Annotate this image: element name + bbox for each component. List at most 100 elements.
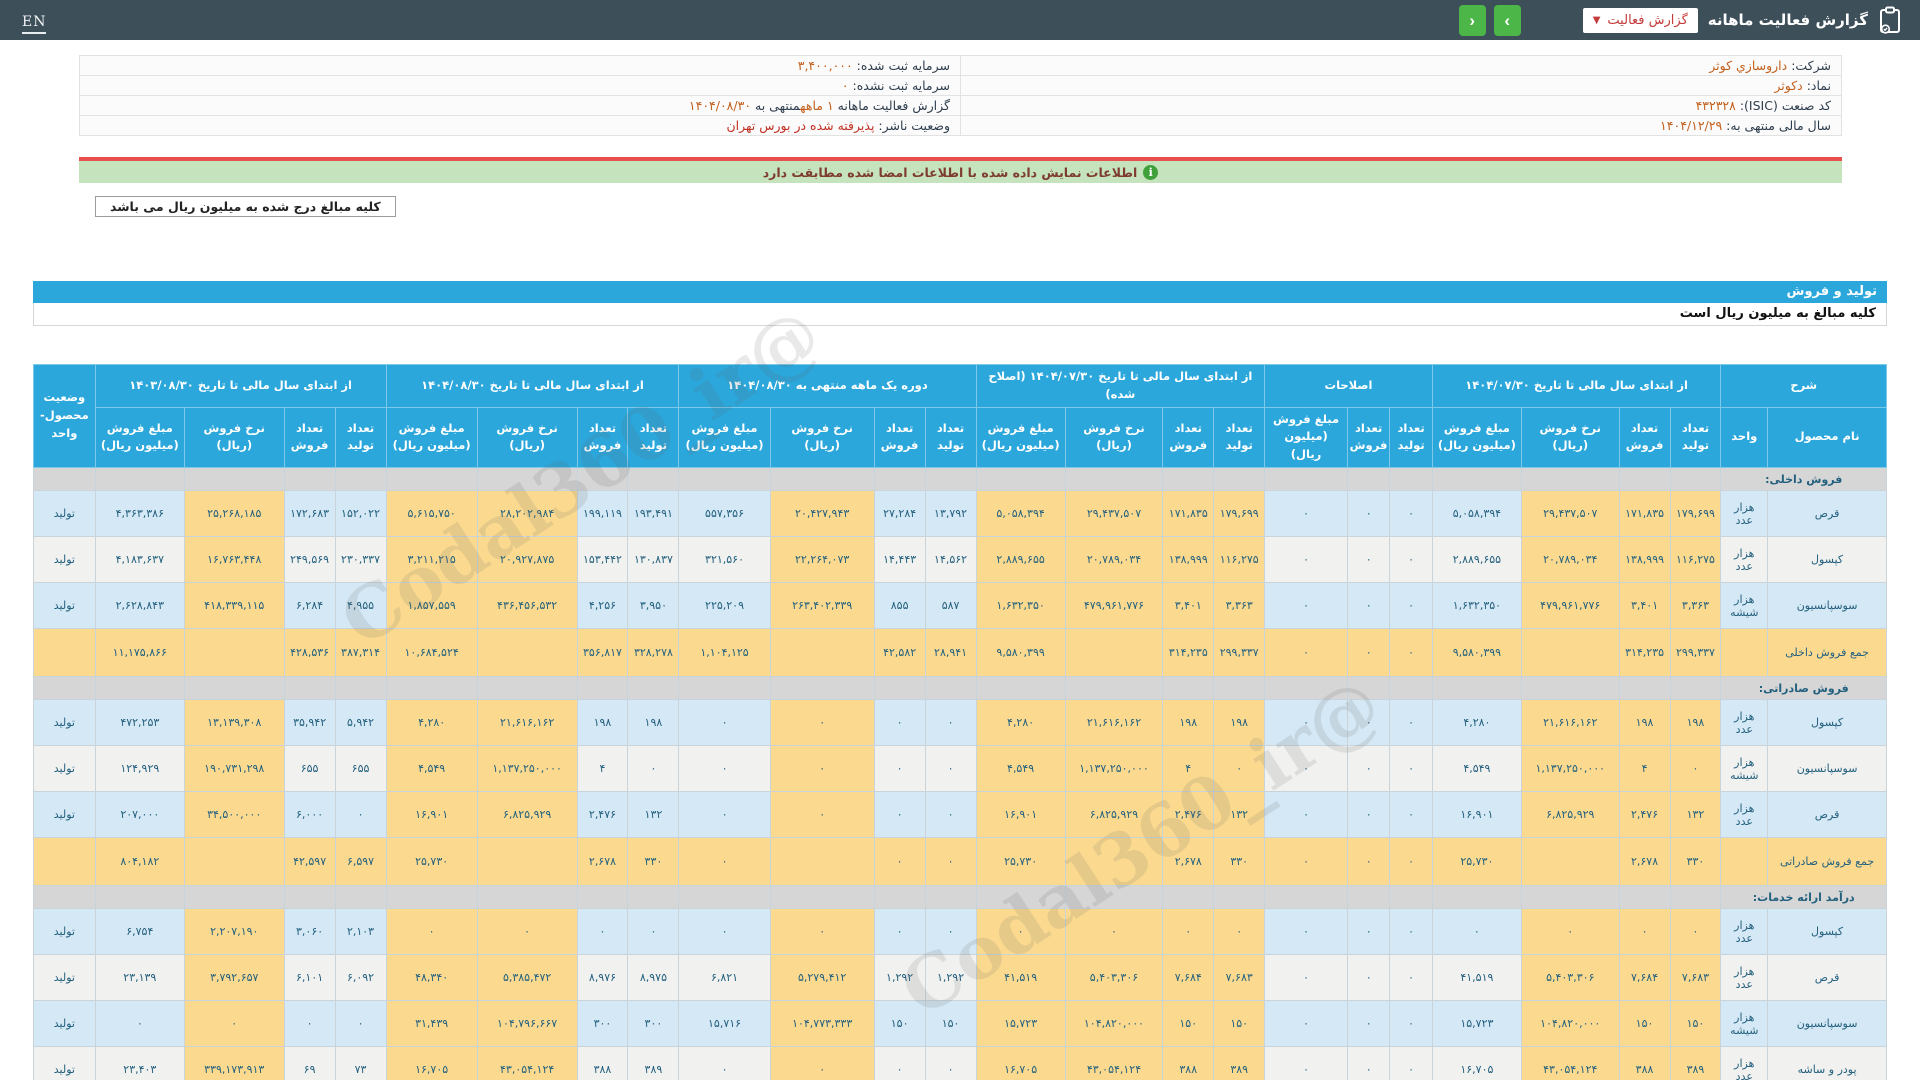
value-cell: ۴۲,۵۸۲ <box>873 628 926 678</box>
value-cell: ۰ <box>1264 1000 1348 1048</box>
language-toggle[interactable]: EN <box>22 13 47 34</box>
table-cell <box>1431 676 1522 701</box>
value-cell: ۱,۱۰۴,۱۲۵ <box>678 628 771 678</box>
value-cell: ۰ <box>1346 490 1391 538</box>
status-cell: تولید <box>33 791 96 839</box>
value-cell: ۱۳۲ <box>627 791 680 839</box>
value-cell <box>1064 837 1164 887</box>
info-label: سال مالی منتهی به: <box>1722 118 1831 133</box>
table-cell <box>678 885 771 910</box>
table-cell <box>627 467 680 492</box>
value-cell: ۱۰۴,۷۷۳,۳۳۳ <box>769 1000 875 1048</box>
table-cell <box>1389 885 1433 910</box>
value-cell: ۰ <box>873 837 926 887</box>
value-cell: ۰ <box>627 908 680 956</box>
value-cell <box>1520 628 1620 678</box>
table-cell <box>1264 885 1348 910</box>
value-cell: ۴ <box>576 745 629 793</box>
value-cell: ۱۱۶,۲۷۵ <box>1669 536 1722 584</box>
table-cell <box>476 467 578 492</box>
column-header: تعداد تولید <box>924 406 977 469</box>
column-header: مبلغ فروش (میلیون ریال) <box>975 406 1066 469</box>
value-cell: ۶۵۵ <box>334 745 387 793</box>
table-cell <box>1618 676 1671 701</box>
value-cell: ۴۲,۵۹۷ <box>283 837 336 887</box>
value-cell: ۶,۷۵۴ <box>94 908 185 956</box>
section-band-production-sales: تولید و فروش <box>33 281 1887 303</box>
value-cell: ۲۳,۴۰۳ <box>94 1046 185 1080</box>
value-cell: ۳۵۶,۸۱۷ <box>576 628 629 678</box>
value-cell: ۰ <box>1264 536 1348 584</box>
table-cell <box>1162 885 1215 910</box>
info-icon: i <box>1143 164 1159 180</box>
value-cell: ۵,۴۰۳,۳۰۶ <box>1064 954 1164 1002</box>
value-cell: ۰ <box>873 699 926 747</box>
previous-report-button[interactable]: ‹ <box>1458 4 1486 36</box>
unit-cell: هزار عدد <box>1720 908 1769 956</box>
value-cell: ۱۰۴,۸۲۰,۰۰۰ <box>1520 1000 1620 1048</box>
value-cell: ۱۹۰,۷۳۱,۲۹۸ <box>183 745 285 793</box>
value-cell: ۳۰۰ <box>627 1000 680 1048</box>
section-label: فروش داخلی: <box>1720 467 1887 492</box>
value-cell: ۸۵۵ <box>873 582 926 630</box>
value-cell: ۷,۶۸۳ <box>1669 954 1722 1002</box>
value-cell: ۷,۶۸۴ <box>1162 954 1215 1002</box>
value-cell: ۶,۸۲۵,۹۲۹ <box>476 791 578 839</box>
value-cell: ۲,۴۷۶ <box>576 791 629 839</box>
value-cell: ۰ <box>1389 490 1433 538</box>
value-cell: ۰ <box>1389 1000 1433 1048</box>
table-cell <box>1669 467 1722 492</box>
value-cell: ۲۰,۷۸۹,۰۳۴ <box>1064 536 1164 584</box>
table-cell <box>334 676 387 701</box>
value-cell: ۳,۰۶۰ <box>283 908 336 956</box>
table-row: کپسول هزار عدد ۰ ۰ ۰ ۰ ۰ ۰ ۰ ۰ ۰ ۰ ۰ ۰ ۰ ۰ ۰ ۰ ۰ ۰ ۰ ۲,۱۰۳ ۳,۰… <box>33 908 1887 956</box>
value-cell: ۰ <box>1389 582 1433 630</box>
value-cell: ۱۱۶,۲۷۵ <box>1213 536 1266 584</box>
table-row: قرص هزار عدد ۷,۶۸۳ ۷,۶۸۴ ۵,۴۰۳,۳۰۶ ۴۱,۵۱۹ ۰ ۰ ۰ ۷… <box>33 954 1887 1002</box>
signature-match-text: اطلاعات نمایش داده شده با اطلاعات امضا ش… <box>762 164 1138 180</box>
value-cell: ۶,۸۲۵,۹۲۹ <box>1064 791 1164 839</box>
value-cell: ۰ <box>1064 908 1164 956</box>
value-cell: ۰ <box>1389 837 1433 887</box>
unit-cell: هزار عدد <box>1720 791 1769 839</box>
value-cell: ۲,۶۷۸ <box>576 837 629 887</box>
product-name: سوسپانسیون <box>1767 582 1887 630</box>
value-cell: ۳۳۰ <box>1213 837 1266 887</box>
value-cell: ۰ <box>1264 490 1348 538</box>
value-cell: ۲۱,۶۱۶,۱۶۲ <box>1520 699 1620 747</box>
info-row: نماد: دکوثر سرمایه ثبت نشده: ۰ <box>79 75 1842 96</box>
table-cell <box>576 676 629 701</box>
table-row: کپسول هزار عدد ۱۹۸ ۱۹۸ ۲۱,۶۱۶,۱۶۲ ۴,۲۸۰ ۰ ۰ ۰ ۱۹۸… <box>33 699 1887 747</box>
value-cell: ۱۷۹,۶۹۹ <box>1669 490 1722 538</box>
value-cell: ۰ <box>769 908 875 956</box>
value-cell: ۰ <box>1389 954 1433 1002</box>
value-cell: ۰ <box>627 745 680 793</box>
section-label: درآمد ارائه خدمات: <box>1720 885 1887 910</box>
value-cell: ۱۷۲,۶۸۳ <box>283 490 336 538</box>
next-report-button[interactable]: › <box>1493 4 1521 36</box>
info-row: شرکت: داروسازي کوثر سرمایه ثبت شده: ۳,۴۰۰… <box>79 55 1842 76</box>
value-cell: ۶,۱۰۱ <box>283 954 336 1002</box>
value-cell: ۰ <box>1264 582 1348 630</box>
value-cell: ۲,۴۷۶ <box>1162 791 1215 839</box>
info-value: دکوثر <box>1774 78 1803 93</box>
value-cell: ۱۶,۹۰۱ <box>975 791 1066 839</box>
report-type-dropdown[interactable]: گزارش فعالیت ▼ <box>1582 7 1698 33</box>
column-header-unit: واحد <box>1720 406 1769 469</box>
column-header: تعداد فروش <box>1618 406 1671 469</box>
section-row: درآمد ارائه خدمات: <box>33 885 1887 910</box>
table-cell <box>1264 467 1348 492</box>
status-cell: تولید <box>33 582 96 630</box>
value-cell: ۶,۵۹۷ <box>334 837 387 887</box>
column-header: تعداد تولید <box>1213 406 1266 469</box>
value-cell: ۱۹۸ <box>627 699 680 747</box>
info-value: ۱ ماهه <box>800 98 834 113</box>
info-label: سرمایه ثبت نشده: <box>848 78 950 93</box>
value-cell: ۲۵,۷۳۰ <box>975 837 1066 887</box>
value-cell: ۰ <box>678 791 771 839</box>
table-cell <box>1389 676 1433 701</box>
value-cell: ۱۹۸ <box>1162 699 1215 747</box>
company-info-section: شرکت: داروسازي کوثر سرمایه ثبت شده: ۳,۴۰۰… <box>79 55 1842 136</box>
value-cell: ۰ <box>1346 791 1391 839</box>
value-cell: ۱۲۴,۹۲۹ <box>94 745 185 793</box>
